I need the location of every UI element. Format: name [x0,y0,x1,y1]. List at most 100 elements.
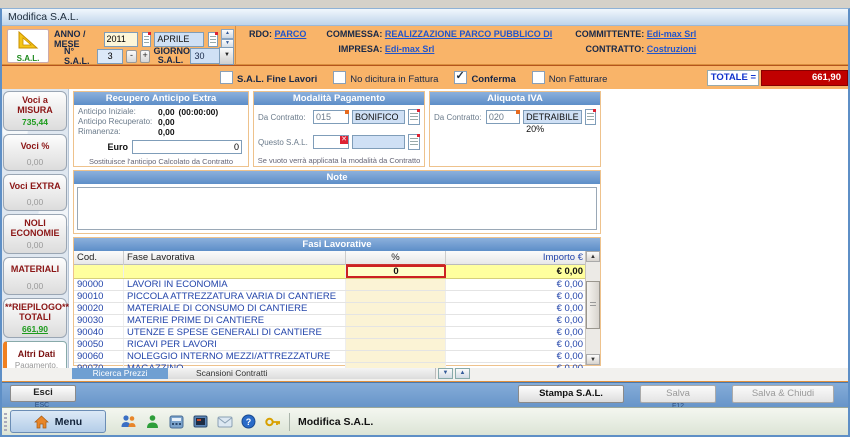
modalita-code-input[interactable]: 015 [313,110,349,124]
checkbox-icon[interactable] [532,71,545,84]
rdo-link[interactable]: PARCO [275,29,307,39]
table-row[interactable]: 90010 PICCOLA ATTREZZATURA VARIA DI CANT… [74,291,586,303]
questo-sal-code-input[interactable]: ✕ [313,135,349,149]
aliquota-code-input[interactable]: 020 [486,110,520,124]
aliquota-dropdown-icon[interactable] [585,109,596,125]
user-icon[interactable] [144,413,161,430]
table-row[interactable]: 90040 UTENZE E SPESE GENERALI DI CANTIER… [74,327,586,339]
anno-input[interactable] [104,32,138,47]
cell-percent[interactable] [346,291,446,302]
scrollbar-thumb[interactable] [586,281,600,329]
tab-ricerca-prezzi[interactable]: Ricerca Prezzi [72,368,168,379]
aliquota-combo[interactable]: DETRAIBILE 20% [523,110,582,124]
cell-fase[interactable] [124,265,346,278]
cell-cod[interactable]: 90010 [74,291,124,302]
tab-scansioni-contratti[interactable]: Scansioni Contratti [168,368,436,379]
contratto-link[interactable]: Costruzioni [647,44,697,54]
checkbox-icon[interactable] [220,71,233,84]
cell-fase[interactable]: PICCOLA ATTREZZATURA VARIA DI CANTIERE [124,291,346,302]
cell-percent-editing[interactable]: 0 [346,265,446,278]
lookup-icon[interactable] [345,110,349,114]
cell-cod[interactable]: 90040 [74,327,124,338]
cell-fase[interactable]: RICAVI PER LAVORI [124,339,346,350]
questo-sal-combo[interactable] [352,135,405,149]
salva-button[interactable]: Salva [640,385,716,403]
col-cod[interactable]: Cod. [74,251,124,266]
mail-icon[interactable] [216,413,233,430]
monitor-icon[interactable] [192,413,209,430]
cell-percent[interactable] [346,315,446,326]
modalita-combo[interactable]: BONIFICO [352,110,405,124]
cell-fase[interactable]: NOLEGGIO INTERNO MEZZI/ATTREZZATURE [124,351,346,362]
strip-up-arrow-button[interactable]: ▲ [455,368,470,379]
spinner-up-icon[interactable]: ▲ [221,29,234,39]
checkbox-sal-fine-lavori[interactable]: S.A.L. Fine Lavori [220,71,317,85]
questo-sal-dropdown-icon[interactable] [408,134,420,150]
n-sal-plus-button[interactable]: + [140,50,151,63]
strip-down-arrow-button[interactable]: ▼ [438,368,453,379]
giorno-combo[interactable]: 30 ▼ [190,47,234,65]
menu-button[interactable]: Menu [10,410,106,433]
key-icon[interactable] [264,413,281,430]
col-fase-lavorativa[interactable]: Fase Lavorativa [124,251,346,266]
anno-dropdown-icon[interactable] [142,32,152,47]
checkbox-icon[interactable] [333,71,346,84]
sidebar-item-materiali[interactable]: MATERIALI 0,00 [3,257,67,295]
cell-cod[interactable]: 90020 [74,303,124,314]
modalita-dropdown-icon[interactable] [408,109,420,125]
note-textarea[interactable] [78,188,596,229]
sidebar-item-voci-percent[interactable]: Voci % 0,00 [3,134,67,171]
sidebar-item-riepilogo-totali[interactable]: **RIEPILOGO** TOTALI 661,90 [3,298,67,338]
lookup-icon[interactable] [516,110,520,114]
table-row[interactable]: 90030 MATERIE PRIME DI CANTIERE € 0,00 [74,315,586,327]
cell-percent[interactable] [346,339,446,350]
clear-icon[interactable]: ✕ [340,136,348,144]
table-row[interactable]: 90000 LAVORI IN ECONOMIA € 0,00 [74,279,586,291]
cell-percent[interactable] [346,351,446,362]
cell-percent[interactable] [346,327,446,338]
n-sal-minus-button[interactable]: - [126,50,137,63]
scroll-up-icon[interactable]: ▲ [586,251,600,262]
cell-cod[interactable] [74,265,124,278]
checkbox-non-fatturare[interactable]: Non Fatturare [532,71,608,85]
calculator-icon[interactable] [168,413,185,430]
cell-cod[interactable]: 90060 [74,351,124,362]
committente-link[interactable]: Edi-max Srl [647,29,697,39]
mese-combo[interactable]: APRILE [154,32,204,47]
cell-fase[interactable]: UTENZE E SPESE GENERALI DI CANTIERE [124,327,346,338]
giorno-dropdown-arrow-icon[interactable]: ▼ [219,47,234,65]
checkbox-checked-icon[interactable] [454,71,467,84]
col-importo[interactable]: Importo € [446,251,586,266]
taskbar-grip-handle[interactable] [4,413,7,431]
checkbox-conferma[interactable]: Conferma [454,71,515,85]
cell-fase[interactable]: MATERIE PRIME DI CANTIERE [124,315,346,326]
sidebar-item-voci-a-misura[interactable]: Voci a MISURA 735,44 [3,91,67,131]
fasi-active-row[interactable]: 0 € 0,00 [74,265,586,279]
fasi-vertical-scrollbar[interactable]: ▲ ▼ [585,251,600,365]
impresa-link[interactable]: Edi-max Srl [385,44,435,54]
table-row[interactable]: 90020 MATERIALE DI CONSUMO DI CANTIERE €… [74,303,586,315]
cell-percent[interactable] [346,279,446,290]
users-icon[interactable] [120,413,137,430]
mese-dropdown-icon[interactable] [208,32,218,47]
sidebar-item-noli-economie[interactable]: NOLI ECONOMIE 0,00 [3,214,67,254]
table-row[interactable]: 90050 RICAVI PER LAVORI € 0,00 [74,339,586,351]
n-sal-input[interactable] [97,49,123,64]
euro-input[interactable] [132,140,242,154]
sidebar-item-voci-extra[interactable]: Voci EXTRA 0,00 [3,174,67,211]
cell-fase[interactable]: LAVORI IN ECONOMIA [124,279,346,290]
salva-chiudi-button[interactable]: Salva & Chiudi [732,385,834,403]
esci-button[interactable]: Esci [10,385,76,402]
col-percent[interactable]: % [346,251,446,266]
help-icon[interactable]: ? [240,413,257,430]
cell-cod[interactable]: 90000 [74,279,124,290]
table-row[interactable]: 90060 NOLEGGIO INTERNO MEZZI/ATTREZZATUR… [74,351,586,363]
cell-percent[interactable] [346,303,446,314]
cell-fase[interactable]: MATERIALE DI CONSUMO DI CANTIERE [124,303,346,314]
commessa-link[interactable]: REALIZZAZIONE PARCO PUBBLICO DI [385,29,552,39]
stampa-sal-button[interactable]: Stampa S.A.L. [518,385,624,403]
cell-cod[interactable]: 90050 [74,339,124,350]
checkbox-no-dicitura[interactable]: No dicitura in Fattura [333,71,438,85]
scroll-down-icon[interactable]: ▼ [586,354,600,365]
cell-cod[interactable]: 90030 [74,315,124,326]
